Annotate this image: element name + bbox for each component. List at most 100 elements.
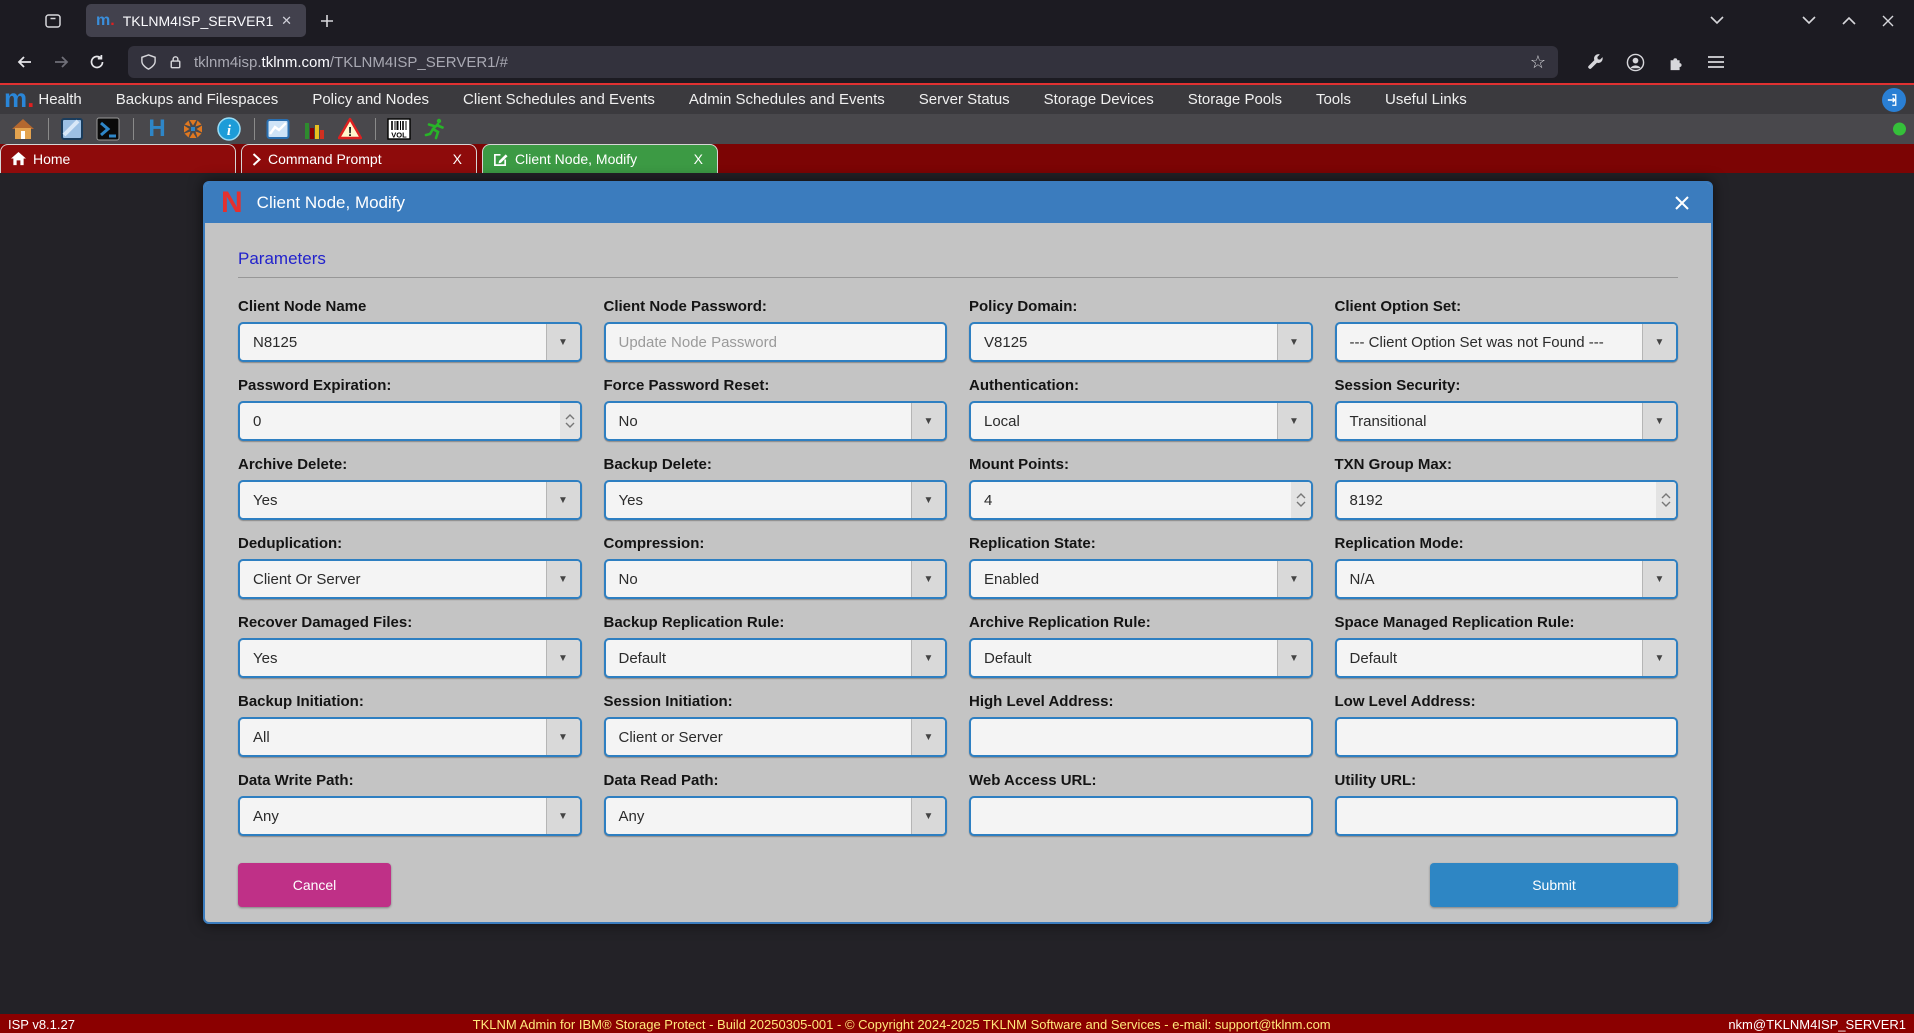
warning-icon[interactable]: ! — [337, 116, 363, 142]
high-level-address-input[interactable] — [969, 717, 1313, 757]
menu-hamburger-icon[interactable] — [1707, 55, 1725, 69]
extensions-icon[interactable] — [1667, 53, 1685, 71]
chevron-down-icon[interactable]: ▼ — [546, 324, 580, 360]
spinner[interactable] — [1291, 482, 1311, 518]
home-icon[interactable] — [10, 116, 36, 142]
recover-damaged-files-select[interactable]: Yes▼ — [238, 638, 582, 678]
force-password-reset-select[interactable]: No▼ — [604, 401, 948, 441]
volume-barcode-icon[interactable]: VOL — [386, 116, 412, 142]
data-write-path-select[interactable]: Any▼ — [238, 796, 582, 836]
chevron-down-icon[interactable]: ▼ — [1642, 324, 1676, 360]
chevron-down-icon[interactable]: ▼ — [1642, 403, 1676, 439]
back-button[interactable] — [10, 47, 40, 77]
window-icon[interactable] — [59, 116, 85, 142]
chevron-down-icon[interactable]: ▼ — [911, 403, 945, 439]
utility-url-input[interactable] — [1335, 796, 1679, 836]
firefox-view-icon[interactable] — [38, 6, 68, 36]
low-level-address-input[interactable] — [1335, 717, 1679, 757]
menu-item-client-schedules-and-events[interactable]: Client Schedules and Events — [463, 91, 655, 108]
menu-item-admin-schedules-and-events[interactable]: Admin Schedules and Events — [689, 91, 885, 108]
chevron-down-icon[interactable]: ▼ — [1642, 561, 1676, 597]
menu-item-policy-and-nodes[interactable]: Policy and Nodes — [312, 91, 429, 108]
chevron-down-icon[interactable]: ▼ — [911, 482, 945, 518]
space-managed-replication-rule-select[interactable]: Default▼ — [1335, 638, 1679, 678]
spinner[interactable] — [1656, 482, 1676, 518]
activity-icon[interactable] — [422, 116, 448, 142]
chevron-down-icon[interactable]: ▼ — [546, 561, 580, 597]
authentication-select[interactable]: Local▼ — [969, 401, 1313, 441]
chevron-down-icon[interactable]: ▼ — [546, 640, 580, 676]
txn-group-max-input[interactable]: 8192 — [1335, 480, 1679, 520]
bookmark-star-icon[interactable]: ☆ — [1530, 52, 1546, 73]
menu-item-storage-devices[interactable]: Storage Devices — [1044, 91, 1154, 108]
tab-home[interactable]: Home — [0, 144, 236, 173]
collapse-icon[interactable] — [180, 116, 206, 142]
chevron-down-icon[interactable]: ▼ — [911, 719, 945, 755]
chevron-down-icon[interactable]: ▼ — [911, 561, 945, 597]
account-icon[interactable] — [1626, 53, 1645, 72]
replication-mode-select[interactable]: N/A▼ — [1335, 559, 1679, 599]
deduplication-select[interactable]: Client Or Server▼ — [238, 559, 582, 599]
forward-button[interactable] — [46, 47, 76, 77]
session-security-select[interactable]: Transitional▼ — [1335, 401, 1679, 441]
cancel-button[interactable]: Cancel — [238, 863, 391, 907]
chevron-down-icon[interactable]: ▼ — [546, 482, 580, 518]
chart-icon[interactable] — [265, 116, 291, 142]
menu-item-backups-and-filespaces[interactable]: Backups and Filespaces — [116, 91, 279, 108]
chevron-down-icon[interactable]: ▼ — [1642, 640, 1676, 676]
browser-tab[interactable]: m. TKLNM4ISP_SERVER1 ✕ — [86, 4, 306, 37]
bar-chart-icon[interactable] — [301, 116, 327, 142]
chevron-down-icon[interactable]: ▼ — [911, 640, 945, 676]
replication-state-select[interactable]: Enabled▼ — [969, 559, 1313, 599]
compression-select[interactable]: No▼ — [604, 559, 948, 599]
close-icon[interactable]: X — [449, 151, 466, 167]
new-tab-button[interactable] — [320, 14, 334, 28]
backup-replication-rule-select[interactable]: Default▼ — [604, 638, 948, 678]
chevron-down-icon[interactable]: ▼ — [546, 798, 580, 834]
wrench-icon[interactable] — [1586, 53, 1604, 71]
archive-replication-rule-select[interactable]: Default▼ — [969, 638, 1313, 678]
tab-command-prompt[interactable]: Command PromptX — [241, 144, 477, 173]
menu-item-server-status[interactable]: Server Status — [919, 91, 1010, 108]
backup-initiation-select[interactable]: All▼ — [238, 717, 582, 757]
mount-points-input[interactable]: 4 — [969, 480, 1313, 520]
data-read-path-select[interactable]: Any▼ — [604, 796, 948, 836]
close-icon[interactable]: X — [690, 151, 707, 167]
client-option-set-select[interactable]: --- Client Option Set was not Found ---▼ — [1335, 322, 1679, 362]
chevron-down-icon[interactable]: ▼ — [1277, 640, 1311, 676]
window-close-button[interactable] — [1882, 15, 1894, 27]
tab-list-chevron-icon[interactable] — [1710, 16, 1724, 25]
client-node-password-input[interactable] — [604, 322, 948, 362]
backup-delete-select[interactable]: Yes▼ — [604, 480, 948, 520]
window-maximize-button[interactable] — [1842, 16, 1856, 25]
url-bar[interactable]: tklnm4isp.tklnm.com/TKLNM4ISP_SERVER1/# … — [128, 46, 1558, 78]
shield-icon[interactable] — [140, 53, 157, 71]
chevron-down-icon[interactable]: ▼ — [1277, 324, 1311, 360]
client-node-name-select[interactable]: N8125▼ — [238, 322, 582, 362]
menu-item-useful-links[interactable]: Useful Links — [1385, 91, 1467, 108]
lock-icon[interactable] — [167, 53, 184, 71]
tab-close-icon[interactable]: ✕ — [277, 11, 296, 31]
chevron-down-icon[interactable]: ▼ — [1277, 403, 1311, 439]
chevron-down-icon[interactable]: ▼ — [546, 719, 580, 755]
chevron-down-icon[interactable]: ▼ — [911, 798, 945, 834]
menu-item-storage-pools[interactable]: Storage Pools — [1188, 91, 1282, 108]
terminal-icon[interactable] — [95, 116, 121, 142]
submit-button[interactable]: Submit — [1430, 863, 1678, 907]
policy-domain-select[interactable]: V8125▼ — [969, 322, 1313, 362]
health-icon[interactable]: H — [144, 116, 170, 142]
window-minimize-button[interactable] — [1802, 16, 1816, 25]
reload-button[interactable] — [82, 47, 112, 77]
menu-item-health[interactable]: Health — [38, 91, 81, 108]
password-expiration-input[interactable]: 0 — [238, 401, 582, 441]
menu-item-tools[interactable]: Tools — [1316, 91, 1351, 108]
spinner[interactable] — [560, 403, 580, 439]
web-access-url-input[interactable] — [969, 796, 1313, 836]
session-initiation-select[interactable]: Client or Server▼ — [604, 717, 948, 757]
info-icon[interactable]: i — [216, 116, 242, 142]
dialog-close-button[interactable] — [1669, 190, 1695, 216]
tab-client-node-modify[interactable]: Client Node, ModifyX — [482, 144, 718, 173]
logout-icon[interactable] — [1882, 88, 1906, 112]
archive-delete-select[interactable]: Yes▼ — [238, 480, 582, 520]
chevron-down-icon[interactable]: ▼ — [1277, 561, 1311, 597]
